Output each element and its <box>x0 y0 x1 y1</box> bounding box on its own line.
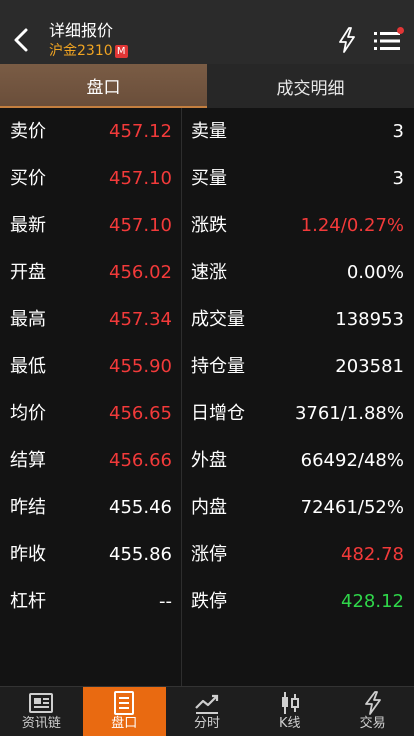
tab-orderbook[interactable]: 盘口 <box>0 64 207 108</box>
nav-label-orderbook: 盘口 <box>111 716 138 731</box>
left-field-value: 457.10 <box>109 168 172 189</box>
intraday-chart-icon <box>195 694 219 714</box>
left-field-label: 买价 <box>10 168 46 189</box>
contract-name: 沪金2310 M <box>49 42 128 60</box>
right-field-label: 持仓量 <box>191 356 245 377</box>
left-field-value: 455.86 <box>109 544 172 565</box>
right-field-label: 内盘 <box>191 497 227 518</box>
nav-intraday[interactable]: 分时 <box>166 687 249 736</box>
quote-row: 昨结 455.46 内盘 72461/52% <box>0 484 414 531</box>
left-field-value: 455.90 <box>109 356 172 377</box>
right-field-value: 138953 <box>335 309 404 330</box>
left-field-value: 456.66 <box>109 450 172 471</box>
header-bar: 详细报价 沪金2310 M <box>0 0 414 64</box>
right-field-value: 3761/1.88% <box>294 403 404 424</box>
left-field-label: 最低 <box>10 356 46 377</box>
left-field-label: 昨结 <box>10 497 46 518</box>
right-field-label: 日增仓 <box>191 403 245 424</box>
left-field-label: 均价 <box>10 403 46 424</box>
left-field-label: 昨收 <box>10 544 46 565</box>
right-field-value: 66492/48% <box>300 450 404 471</box>
quote-row: 结算 456.66 外盘 66492/48% <box>0 437 414 484</box>
right-field-label: 跌停 <box>191 591 227 612</box>
left-field-label: 结算 <box>10 450 46 471</box>
bottom-nav: 资讯链 盘口 分时 K线 交易 <box>0 686 414 736</box>
quote-tabs: 盘口 成交明细 <box>0 64 414 108</box>
orderbook-icon <box>114 691 135 715</box>
left-field-label: 最新 <box>10 215 46 236</box>
nav-label-kline: K线 <box>279 716 301 731</box>
right-field-label: 涨停 <box>191 544 227 565</box>
nav-orderbook[interactable]: 盘口 <box>82 687 166 736</box>
quote-table: 卖价 457.12 卖量 3 买价 457.10 买量 3 最新 457.10 涨跌 1.24/0.2… <box>0 108 414 686</box>
nav-news[interactable]: 资讯链 <box>0 687 83 736</box>
right-field-label: 买量 <box>191 168 227 189</box>
back-arrow-icon[interactable] <box>10 26 32 54</box>
right-field-value: 3 <box>392 121 404 142</box>
quote-row: 均价 456.65 日增仓 3761/1.88% <box>0 390 414 437</box>
quote-row: 杠杆 -- 跌停 428.12 <box>0 578 414 625</box>
quote-row: 昨收 455.86 涨停 482.78 <box>0 531 414 578</box>
menu-list-icon[interactable] <box>374 30 400 52</box>
left-field-label: 杠杆 <box>10 591 46 612</box>
tab-trade-details[interactable]: 成交明细 <box>207 64 414 108</box>
left-field-label: 开盘 <box>10 262 46 283</box>
right-field-label: 外盘 <box>191 450 227 471</box>
left-field-label: 最高 <box>10 309 46 330</box>
right-field-value: 482.78 <box>341 544 404 565</box>
nav-kline[interactable]: K线 <box>248 687 331 736</box>
quote-row: 开盘 456.02 速涨 0.00% <box>0 249 414 296</box>
quote-row: 买价 457.10 买量 3 <box>0 155 414 202</box>
bolt-icon <box>364 691 381 715</box>
right-field-value: 0.00% <box>346 262 404 283</box>
nav-trade[interactable]: 交易 <box>331 687 414 736</box>
nav-label-trade: 交易 <box>359 716 386 731</box>
left-field-value: 456.65 <box>109 403 172 424</box>
left-field-value: -- <box>159 591 172 612</box>
left-field-label: 卖价 <box>10 121 46 142</box>
notification-dot <box>397 27 404 34</box>
right-field-value: 72461/52% <box>300 497 404 518</box>
contract-code: 沪金2310 <box>49 43 113 59</box>
quote-row: 最低 455.90 持仓量 203581 <box>0 343 414 390</box>
page-title: 详细报价 <box>49 21 114 40</box>
left-field-value: 457.10 <box>109 215 172 236</box>
left-field-value: 457.12 <box>109 121 172 142</box>
nav-label-intraday: 分时 <box>193 716 220 731</box>
right-field-value: 428.12 <box>341 591 404 612</box>
right-field-value: 1.24/0.27% <box>300 215 404 236</box>
left-field-value: 456.02 <box>109 262 172 283</box>
left-field-value: 455.46 <box>109 497 172 518</box>
right-field-label: 卖量 <box>191 121 227 142</box>
main-contract-badge: M <box>114 44 128 58</box>
quote-row: 卖价 457.12 卖量 3 <box>0 108 414 155</box>
left-field-value: 457.34 <box>109 309 172 330</box>
right-field-value: 3 <box>392 168 404 189</box>
right-field-label: 成交量 <box>191 309 245 330</box>
right-field-label: 速涨 <box>191 262 227 283</box>
right-field-value: 203581 <box>335 356 404 377</box>
quote-row: 最新 457.10 涨跌 1.24/0.27% <box>0 202 414 249</box>
news-icon <box>29 693 54 713</box>
nav-label-news: 资讯链 <box>21 716 61 731</box>
quote-row: 最高 457.34 成交量 138953 <box>0 296 414 343</box>
candlestick-icon <box>281 692 299 714</box>
quick-trade-bolt-icon[interactable] <box>337 27 357 53</box>
right-field-label: 涨跌 <box>191 215 227 236</box>
